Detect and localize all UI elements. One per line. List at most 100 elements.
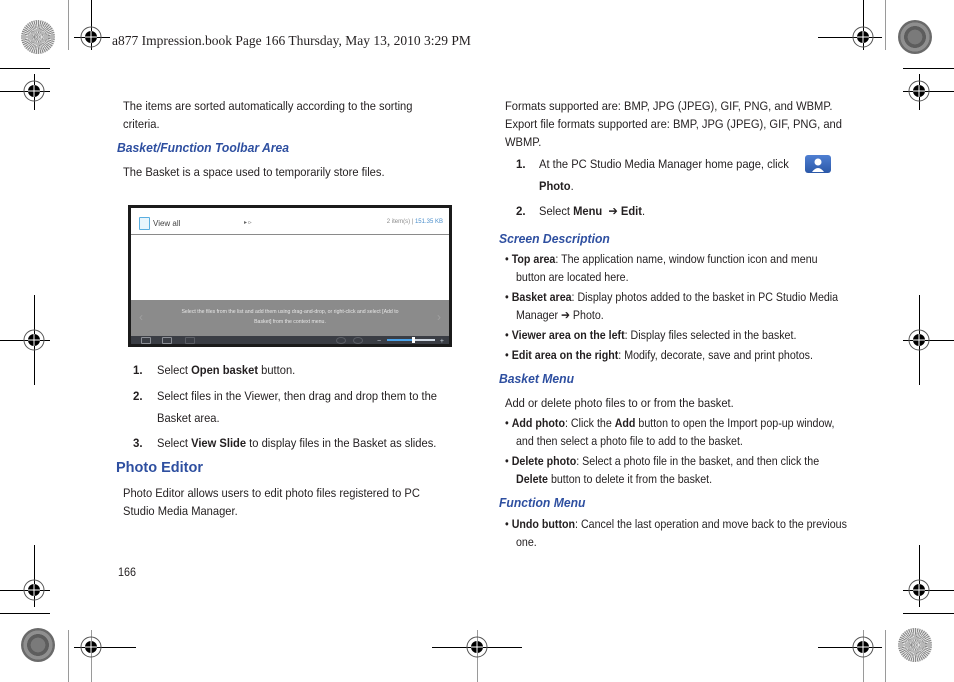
- zoom-slider-fill: [387, 339, 414, 341]
- view-all-label: View all: [153, 219, 181, 228]
- step-text-line1: At the PC Studio Media Manager home page…: [539, 157, 789, 171]
- intro-text-line2: criteria.: [123, 117, 160, 131]
- step-text-part: .: [570, 179, 574, 193]
- bullet-item: • Top area: The application name, window…: [505, 250, 818, 268]
- bullet-term: Edit area on the right: [511, 348, 619, 362]
- screenshot-toolbar: − +: [131, 336, 449, 344]
- photo-editor-heading: Photo Editor: [116, 460, 203, 476]
- item-count-text: 2 item(s) |: [386, 219, 414, 225]
- bullet-item: • Delete photo: Select a photo file in t…: [505, 452, 819, 470]
- bullet-icon: •: [505, 252, 509, 266]
- book-header: a877 Impression.book Page 166 Thursday, …: [112, 33, 471, 48]
- step-number: 1.: [133, 365, 143, 377]
- bullet-icon: •: [505, 290, 509, 304]
- instruction-line2: Basket] from the context menu.: [254, 319, 326, 325]
- registration-mark-icon: [466, 636, 488, 658]
- bullet-text-line2: Manager ➔ Photo.: [516, 308, 604, 322]
- screen-description-heading: Screen Description: [499, 231, 610, 246]
- basket-menu-heading: Basket Menu: [499, 371, 574, 386]
- function-menu-heading: Function Menu: [499, 495, 586, 510]
- bullet-text: : Display files selected in the basket.: [624, 328, 797, 342]
- bullet-term: Undo button: [511, 517, 576, 531]
- bullet-item: • Viewer area on the left: Display files…: [505, 326, 796, 344]
- open-basket-icon: [141, 337, 151, 344]
- bullet-item: • Edit area on the right: Modify, decora…: [505, 346, 813, 364]
- step-text-line1: Select files in the Viewer, then drag an…: [157, 389, 437, 403]
- bullet-icon: •: [505, 454, 509, 468]
- registration-mark-icon: [908, 80, 930, 102]
- bullet-text-line2: one.: [516, 535, 537, 549]
- step-bold-term: Open basket: [191, 363, 259, 377]
- crop-line: [885, 630, 886, 682]
- step-text-part: to display files in the Basket as slides…: [246, 436, 437, 450]
- bullet-text: : Cancel the last operation and move bac…: [575, 517, 847, 531]
- registration-mark-icon: [23, 329, 45, 351]
- bullet-text: : Modify, decorate, save and print photo…: [618, 348, 813, 362]
- zoom-minus-icon: −: [377, 338, 382, 344]
- basket-description: The Basket is a space used to temporaril…: [123, 165, 385, 179]
- step-text-part: Select: [157, 363, 192, 377]
- step-text-line2: Basket area.: [157, 411, 220, 425]
- crop-line: [903, 613, 954, 614]
- step-text-part: Select: [539, 204, 574, 218]
- formats-line3: WBMP.: [505, 135, 542, 149]
- view-slide-icon: [162, 337, 172, 344]
- undo-icon: [336, 337, 346, 344]
- next-arrow-icon: ›: [437, 310, 441, 324]
- person-icon: [812, 158, 824, 172]
- step-text-line2: Photo.: [539, 177, 574, 195]
- step-number: 1.: [516, 159, 526, 171]
- step-text: Select View Slide to display files in th…: [157, 434, 436, 452]
- page-number: 166: [118, 565, 137, 579]
- play-arrow-icon: ▸ ▹: [244, 220, 252, 226]
- screenshot-top-bar: View all ▸ ▹ 2 item(s) | 151.35 KB: [131, 208, 449, 235]
- bullet-text: : Display photos added to the basket in …: [571, 290, 839, 304]
- step-number: 2.: [516, 206, 526, 218]
- photo-editor-text-line1: Photo Editor allows users to edit photo …: [123, 486, 420, 500]
- zoom-plus-icon: +: [439, 338, 444, 344]
- bullet-term: Viewer area on the left: [511, 328, 625, 342]
- bullet-item: • Undo button: Cancel the last operation…: [505, 515, 847, 533]
- basket-toolbar-heading: Basket/Function Toolbar Area: [117, 140, 290, 155]
- bullet-term: Top area: [511, 252, 556, 266]
- bullet-item: • Basket area: Display photos added to t…: [505, 288, 838, 306]
- step-text-part: button.: [258, 363, 296, 377]
- bullet-term: Delete photo: [511, 454, 577, 468]
- bullet-term: Add photo: [511, 416, 565, 430]
- star-target-icon: [898, 628, 932, 662]
- bullet-text: : Select a photo file in the basket, and…: [576, 454, 820, 468]
- color-target-icon: [898, 20, 932, 54]
- crop-line: [0, 68, 50, 69]
- bullet-text: : Click the: [564, 416, 615, 430]
- document-icon: [139, 217, 150, 230]
- intro-text-line1: The items are sorted automatically accor…: [123, 99, 413, 113]
- bullet-term: Add: [614, 416, 636, 430]
- arrow-icon: ➔: [608, 204, 618, 218]
- bullet-term: Delete: [516, 472, 548, 486]
- registration-mark-icon: [23, 579, 45, 601]
- registration-mark-icon: [80, 26, 102, 48]
- delete-icon: [185, 337, 195, 344]
- bullet-icon: •: [505, 328, 509, 342]
- crop-line: [885, 0, 886, 50]
- step-bold-term: Edit: [620, 204, 642, 218]
- registration-mark-icon: [852, 636, 874, 658]
- step-bold-term: Photo: [539, 179, 571, 193]
- crop-line: [68, 630, 69, 682]
- registration-mark-icon: [908, 329, 930, 351]
- bullet-text: button to open the Import pop-up window,: [635, 416, 835, 430]
- registration-mark-icon: [80, 636, 102, 658]
- step-bold-term: View Slide: [191, 436, 247, 450]
- step-number: 2.: [133, 391, 143, 403]
- step-text: Select Menu ➔ Edit.: [539, 202, 645, 220]
- file-size: 151.35 KB: [414, 219, 443, 225]
- registration-mark-icon: [852, 26, 874, 48]
- star-target-icon: [21, 20, 55, 54]
- registration-mark-icon: [908, 579, 930, 601]
- photo-app-icon: [805, 155, 831, 173]
- formats-line2: Export file formats supported are: BMP, …: [505, 117, 842, 131]
- step-text-part: Select: [157, 436, 192, 450]
- redo-icon: [353, 337, 363, 344]
- bullet-text-line2: and then select a photo file to add to t…: [516, 434, 743, 448]
- step-bold-term: Menu: [573, 204, 603, 218]
